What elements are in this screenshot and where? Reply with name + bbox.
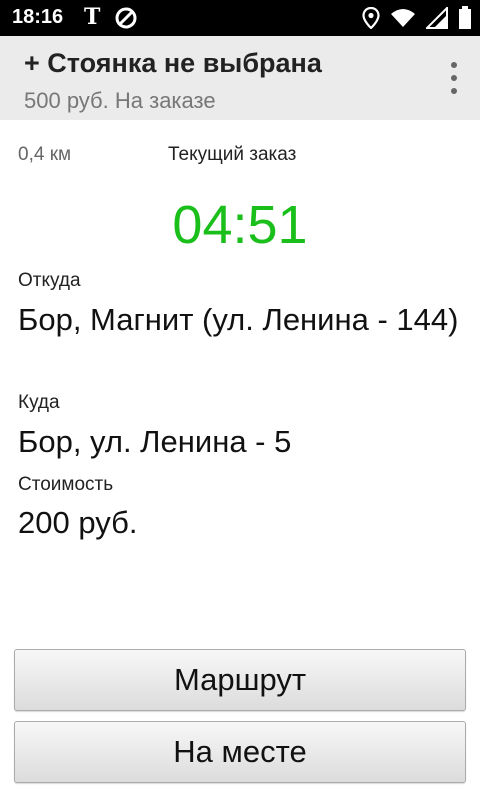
wifi-icon (391, 9, 415, 27)
blocked-circle-icon (115, 7, 137, 29)
route-button[interactable]: Маршрут (14, 649, 466, 711)
menu-dot (451, 88, 457, 94)
status-time: 18:16 (12, 6, 64, 28)
app-bar: + Стоянка не выбрана 500 руб. На заказе (0, 36, 480, 120)
to-label: Куда (18, 392, 60, 413)
cost-label: Стоимость (18, 474, 114, 495)
status-icons (362, 5, 472, 31)
current-order-header: Текущий заказ (168, 144, 297, 165)
signal-icon (426, 7, 448, 29)
page-subtitle: 500 руб. На заказе (24, 88, 216, 113)
cost-value: 200 руб. (18, 505, 138, 540)
t-letter-icon: T (84, 4, 101, 30)
order-timer: 04:51 (172, 195, 308, 255)
menu-dot (451, 75, 457, 81)
menu-dot (451, 62, 457, 68)
location-icon (362, 7, 380, 29)
from-label: Откуда (18, 270, 81, 291)
more-vert-icon[interactable] (448, 62, 460, 94)
distance-label: 0,4 км (18, 144, 72, 165)
to-value: Бор, ул. Ленина - 5 (18, 424, 292, 459)
from-value: Бор, Магнит (ул. Ленина - 144) (18, 302, 459, 337)
arrived-button[interactable]: На месте (14, 721, 466, 783)
status-bar: 18:16 T (0, 0, 480, 36)
page-title[interactable]: + Стоянка не выбрана (24, 48, 322, 79)
battery-icon (459, 6, 471, 29)
